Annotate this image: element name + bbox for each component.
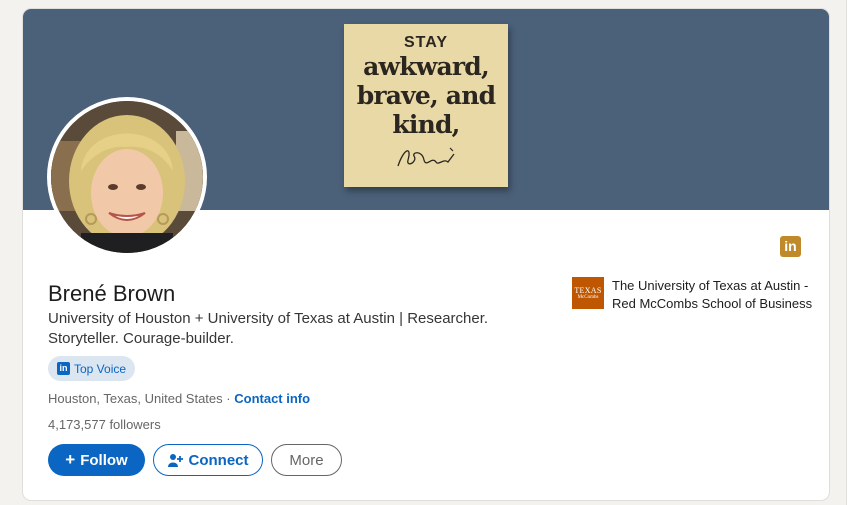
school-logo-text: TEXAS [574,286,602,295]
follower-count: 4,173,577 followers [48,417,161,432]
more-button[interactable]: More [271,444,342,476]
location-text: Houston, Texas, United States [48,391,223,406]
signature-icon [397,147,455,167]
note-line-awkward: awkward, [363,52,490,81]
right-column-edge [846,0,855,505]
profile-photo[interactable] [47,97,207,257]
note-line-stay: STAY [403,34,448,51]
school-logo[interactable]: TEXAS McCombs [572,277,604,309]
more-label: More [289,451,324,469]
sticky-note: STAY awkward, brave, and kind, [344,24,508,187]
school-logo-subtext: McCombs [577,295,599,300]
follow-button[interactable]: + Follow [48,444,145,476]
linkedin-learning-icon[interactable]: in [780,236,801,257]
location-line: Houston, Texas, United States · Contact … [48,391,310,406]
note-line-kind: kind, [392,110,460,139]
school-name-link[interactable]: The University of Texas at Austin - Red … [612,277,817,313]
plus-icon: + [65,450,76,469]
linkedin-icon: in [57,362,70,375]
profile-card: STAY awkward, brave, and kind, in Brené … [23,9,829,500]
connect-label: Connect [188,451,249,469]
contact-info-link[interactable]: Contact info [234,391,310,406]
separator: · [226,391,231,406]
note-line-brave: brave, and [356,81,496,110]
top-voice-badge[interactable]: in Top Voice [48,356,135,381]
avatar [51,101,203,253]
profile-name: Brené Brown [48,281,176,306]
connect-button[interactable]: Connect [153,444,263,476]
add-person-icon [167,454,183,467]
follow-label: Follow [80,451,128,469]
profile-headline: University of Houston + University of Te… [48,310,489,347]
top-voice-label: Top Voice [74,361,127,376]
